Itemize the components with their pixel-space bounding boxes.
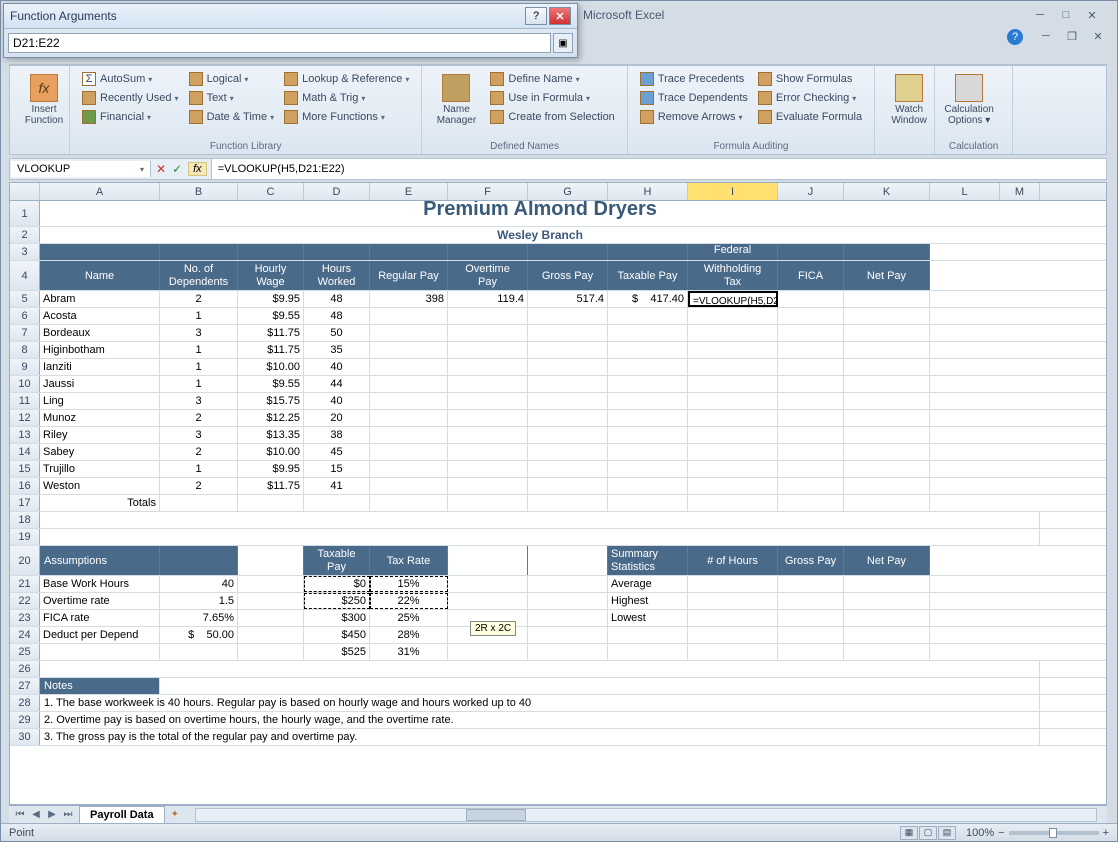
- table-row[interactable]: 12 Munoz 2 $12.25 20: [10, 410, 1106, 427]
- dialog-range-input[interactable]: [8, 33, 551, 53]
- table-row[interactable]: 5 Abram 2 $9.95 48 398 119.4 517.4 $ 417…: [10, 291, 1106, 308]
- table-row[interactable]: 16 Weston 2 $11.75 41: [10, 478, 1106, 495]
- table-row[interactable]: 15 Trujillo 1 $9.95 15: [10, 461, 1106, 478]
- formula-bar[interactable]: =VLOOKUP(H5,D21:E22): [211, 159, 1106, 179]
- autosum-button[interactable]: ΣAutoSum▾: [78, 70, 183, 88]
- table-row[interactable]: 25 $525 31%: [10, 644, 1106, 661]
- trace-precedents-button[interactable]: Trace Precedents: [636, 70, 752, 88]
- error-checking-button[interactable]: Error Checking▾: [754, 89, 866, 107]
- table-row[interactable]: 14 Sabey 2 $10.00 45: [10, 444, 1106, 461]
- col-header[interactable]: K: [844, 183, 930, 200]
- page-title: Premium Almond Dryers: [43, 201, 1037, 218]
- use-in-formula-button[interactable]: Use in Formula▾: [486, 89, 618, 107]
- col-header[interactable]: C: [238, 183, 304, 200]
- dialog-expand-button[interactable]: ▣: [553, 33, 573, 53]
- app-title: Microsoft Excel: [583, 8, 1031, 22]
- tab-nav-prev[interactable]: ◀: [29, 809, 43, 820]
- table-row[interactable]: 24 Deduct per Depend $ 50.00 $450 28%: [10, 627, 1106, 644]
- table-row[interactable]: 21 Base Work Hours 40 $0 15% Average: [10, 576, 1106, 593]
- page-break-button[interactable]: ▤: [938, 826, 956, 840]
- doc-minimize-button[interactable]: ─: [1037, 29, 1055, 43]
- help-icon[interactable]: ?: [1007, 29, 1023, 45]
- minimize-button[interactable]: ─: [1031, 8, 1049, 22]
- create-from-selection-button[interactable]: Create from Selection: [486, 108, 618, 126]
- col-header[interactable]: F: [448, 183, 528, 200]
- zoom-out-button[interactable]: −: [998, 827, 1004, 839]
- sheet-tab[interactable]: Payroll Data: [79, 806, 165, 823]
- table-row[interactable]: 6 Acosta 1 $9.55 48: [10, 308, 1106, 325]
- watch-window-button[interactable]: Watch Window: [883, 70, 935, 126]
- col-header[interactable]: G: [528, 183, 608, 200]
- col-header[interactable]: I: [688, 183, 778, 200]
- insert-function-button[interactable]: fx Insert Function: [18, 70, 70, 126]
- tab-nav-next[interactable]: ▶: [45, 809, 59, 820]
- status-mode: Point: [9, 827, 900, 839]
- spreadsheet[interactable]: A B C D E F G H I J K L M 1Premium Almon…: [9, 182, 1107, 805]
- text-button[interactable]: Text▾: [185, 89, 279, 107]
- page-layout-button[interactable]: ▢: [919, 826, 937, 840]
- table-row[interactable]: 13 Riley 3 $13.35 38: [10, 427, 1106, 444]
- col-header[interactable]: B: [160, 183, 238, 200]
- col-header[interactable]: H: [608, 183, 688, 200]
- col-header[interactable]: J: [778, 183, 844, 200]
- table-row[interactable]: 8 Higinbotham 1 $11.75 35: [10, 342, 1106, 359]
- dialog-help-button[interactable]: ?: [525, 7, 547, 25]
- logical-button[interactable]: Logical▾: [185, 70, 279, 88]
- tab-nav-last[interactable]: ⏭: [61, 809, 75, 820]
- table-row[interactable]: 22 Overtime rate 1.5 $250 22% Highest: [10, 593, 1106, 610]
- table-row[interactable]: 10 Jaussi 1 $9.55 44: [10, 376, 1106, 393]
- math-button[interactable]: Math & Trig▾: [280, 89, 413, 107]
- dialog-close-button[interactable]: ✕: [549, 7, 571, 25]
- calc-options-button[interactable]: Calculation Options ▾: [943, 70, 995, 126]
- calc-icon: [955, 74, 983, 102]
- col-header[interactable]: M: [1000, 183, 1040, 200]
- enter-formula-button[interactable]: ✓: [172, 162, 182, 176]
- show-formulas-button[interactable]: Show Formulas: [754, 70, 866, 88]
- financial-button[interactable]: Financial▾: [78, 108, 183, 126]
- col-header[interactable]: A: [40, 183, 160, 200]
- select-all-corner[interactable]: [10, 183, 40, 200]
- recently-used-button[interactable]: Recently Used▾: [78, 89, 183, 107]
- date-time-button[interactable]: Date & Time▾: [185, 108, 279, 126]
- dialog-title: Function Arguments: [10, 9, 523, 23]
- close-button[interactable]: ✕: [1083, 8, 1101, 22]
- ribbon: fx Insert Function ΣAutoSum▾ Recently Us…: [9, 65, 1107, 155]
- zoom-in-button[interactable]: +: [1103, 827, 1109, 839]
- table-row[interactable]: 7 Bordeaux 3 $11.75 50: [10, 325, 1106, 342]
- watch-icon: [895, 74, 923, 102]
- function-arguments-dialog: Function Arguments ? ✕ ▣: [3, 3, 578, 58]
- table-row[interactable]: 11 Ling 3 $15.75 40: [10, 393, 1106, 410]
- subtitle: Wesley Branch: [43, 227, 1037, 243]
- maximize-button[interactable]: □: [1057, 8, 1075, 22]
- trace-dependents-button[interactable]: Trace Dependents: [636, 89, 752, 107]
- doc-close-button[interactable]: ✕: [1089, 29, 1107, 43]
- table-row[interactable]: 9 Ianziti 1 $10.00 40: [10, 359, 1106, 376]
- cancel-formula-button[interactable]: ✕: [156, 162, 166, 176]
- lookup-button[interactable]: Lookup & Reference▾: [280, 70, 413, 88]
- evaluate-formula-button[interactable]: Evaluate Formula: [754, 108, 866, 126]
- fx-button[interactable]: fx: [188, 162, 207, 176]
- col-header[interactable]: D: [304, 183, 370, 200]
- name-manager-icon: [442, 74, 470, 102]
- chevron-down-icon: ▾: [140, 165, 144, 174]
- horizontal-scrollbar[interactable]: [195, 808, 1097, 822]
- define-name-button[interactable]: Define Name▾: [486, 70, 618, 88]
- doc-restore-button[interactable]: ❐: [1063, 29, 1081, 43]
- selection-tooltip: 2R x 2C: [470, 621, 516, 636]
- name-box[interactable]: VLOOKUP ▾: [11, 161, 151, 177]
- fx-icon: fx: [30, 74, 58, 102]
- tab-nav-first[interactable]: ⏮: [13, 809, 27, 820]
- zoom-level: 100%: [966, 827, 994, 839]
- more-functions-button[interactable]: More Functions▾: [280, 108, 413, 126]
- table-row[interactable]: 23 FICA rate 7.65% $300 25% Lowest: [10, 610, 1106, 627]
- col-header[interactable]: E: [370, 183, 448, 200]
- zoom-slider[interactable]: [1009, 831, 1099, 835]
- col-header[interactable]: L: [930, 183, 1000, 200]
- remove-arrows-button[interactable]: Remove Arrows▾: [636, 108, 752, 126]
- name-manager-button[interactable]: Name Manager: [430, 70, 482, 126]
- new-sheet-button[interactable]: ✦: [165, 807, 185, 822]
- normal-view-button[interactable]: ▦: [900, 826, 918, 840]
